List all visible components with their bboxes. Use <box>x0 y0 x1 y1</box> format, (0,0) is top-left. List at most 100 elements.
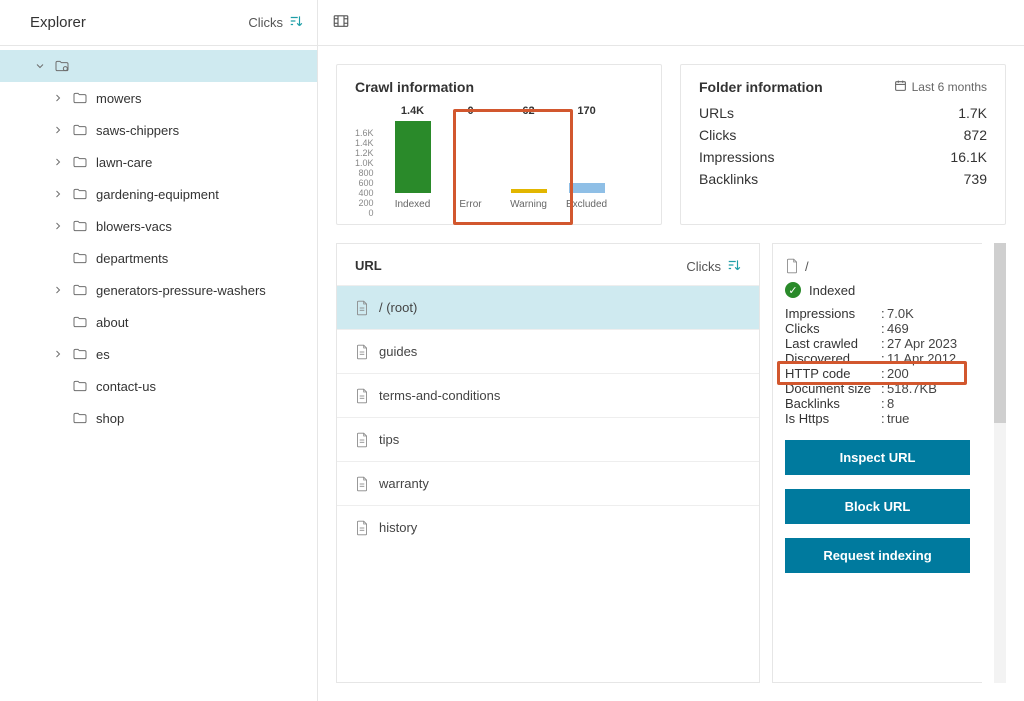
y-axis-tick: 800 <box>355 168 374 178</box>
tree-item-label: mowers <box>96 91 142 106</box>
url-row-label: history <box>379 520 417 535</box>
crawl-bar-label: Excluded <box>566 199 607 210</box>
detail-meta-key: Discovered <box>785 351 881 366</box>
folder-icon <box>72 347 88 361</box>
topbar <box>318 0 1024 46</box>
folder-info-value: 739 <box>964 171 987 187</box>
folder-info-row: Backlinks 739 <box>699 171 987 187</box>
explorer-sort[interactable]: Clicks <box>248 14 303 31</box>
crawl-bar-group[interactable]: 170Excluded <box>562 105 612 210</box>
folder-info-row: Impressions16.1K <box>699 149 987 165</box>
url-list-header: URL Clicks <box>337 244 759 285</box>
tree-item[interactable]: blowers-vacs <box>0 210 317 242</box>
detail-meta-row: HTTP code: 200 <box>785 366 970 381</box>
tree-root[interactable] <box>0 50 317 82</box>
y-axis-tick: 400 <box>355 188 374 198</box>
detail-path-text: / <box>805 259 809 274</box>
detail-status: ✓ Indexed <box>785 282 970 298</box>
request-indexing-button[interactable]: Request indexing <box>785 538 970 573</box>
date-range[interactable]: Last 6 months <box>894 79 987 95</box>
detail-meta-row: Is Https: true <box>785 411 970 426</box>
tree-item[interactable]: lawn-care <box>0 146 317 178</box>
chevron-right-icon <box>52 220 64 232</box>
tree-item[interactable]: departments <box>0 242 317 274</box>
y-axis-tick: 0 <box>355 208 374 218</box>
detail-meta-key: Clicks <box>785 321 881 336</box>
detail-scrollbar[interactable] <box>994 243 1006 683</box>
detail-meta-key: Document size <box>785 381 881 396</box>
folder-icon <box>72 155 88 169</box>
url-row[interactable]: terms-and-conditions <box>337 373 759 417</box>
folder-info-value: 16.1K <box>950 149 987 165</box>
tree-item-label: generators-pressure-washers <box>96 283 266 298</box>
date-range-label: Last 6 months <box>912 80 987 94</box>
y-axis-tick: 600 <box>355 178 374 188</box>
tree-item[interactable]: contact-us <box>0 370 317 402</box>
url-row-label: terms-and-conditions <box>379 388 500 403</box>
url-row[interactable]: tips <box>337 417 759 461</box>
tree-item-label: gardening-equipment <box>96 187 219 202</box>
folder-info-row: Clicks872 <box>699 127 987 143</box>
url-row[interactable]: / (root) <box>337 285 759 329</box>
crawl-bar-box <box>393 121 433 193</box>
detail-meta-value: 27 Apr 2023 <box>887 336 957 351</box>
folder-icon <box>72 283 88 297</box>
tree-item-label: about <box>96 315 129 330</box>
chevron-right-icon <box>52 92 64 104</box>
url-row-label: tips <box>379 432 399 447</box>
tree-item[interactable]: saws-chippers <box>0 114 317 146</box>
film-icon[interactable] <box>332 13 350 32</box>
tree-item[interactable]: mowers <box>0 82 317 114</box>
explorer-sidebar: Explorer Clicks mowers saws-chipperslawn-… <box>0 0 318 701</box>
detail-meta-key: Is Https <box>785 411 881 426</box>
url-list-sort[interactable]: Clicks <box>686 258 741 275</box>
main-content: Crawl information 1.6K1.4K1.2K1.0K800600… <box>318 0 1024 701</box>
explorer-title: Explorer <box>30 14 86 31</box>
scrollbar-thumb[interactable] <box>994 243 1006 423</box>
url-list-header-title: URL <box>355 258 382 275</box>
detail-meta-key: HTTP code <box>785 366 881 381</box>
crawl-bar-box <box>451 121 491 193</box>
crawl-bar-box <box>509 121 549 193</box>
crawl-bar-group[interactable]: 62Warning <box>504 105 554 210</box>
crawl-bar-value: 1.4K <box>401 105 424 117</box>
url-row[interactable]: guides <box>337 329 759 373</box>
block-url-button[interactable]: Block URL <box>785 489 970 524</box>
tree-item-label: shop <box>96 411 124 426</box>
crawl-bar-value: 62 <box>522 105 534 117</box>
url-row-label: / (root) <box>379 300 417 315</box>
folder-info-row: URLs1.7K <box>699 105 987 121</box>
detail-meta-value: 11 Apr 2012 <box>887 351 956 366</box>
crawl-bar-box <box>567 121 607 193</box>
crawl-info-card: Crawl information 1.6K1.4K1.2K1.0K800600… <box>336 64 662 225</box>
file-icon <box>355 300 369 316</box>
crawl-bar <box>511 189 547 193</box>
detail-status-text: Indexed <box>809 283 855 298</box>
y-axis-tick: 1.6K <box>355 128 374 138</box>
detail-path: / <box>785 258 970 274</box>
crawl-bar-group[interactable]: 1.4KIndexed <box>388 105 438 210</box>
folder-icon <box>72 251 88 265</box>
tree-item[interactable]: gardening-equipment <box>0 178 317 210</box>
chevron-right-icon <box>52 284 64 296</box>
url-row-label: guides <box>379 344 417 359</box>
url-list: URL Clicks / (root) guides terms-and-condi… <box>336 243 760 683</box>
crawl-y-axis: 1.6K1.4K1.2K1.0K8006004002000 <box>355 128 374 210</box>
tree-item[interactable]: about <box>0 306 317 338</box>
url-row[interactable]: history <box>337 505 759 549</box>
url-row[interactable]: warranty <box>337 461 759 505</box>
detail-meta-key: Backlinks <box>785 396 881 411</box>
folder-info-key: Backlinks <box>699 171 758 187</box>
detail-meta-value: true <box>887 411 909 426</box>
inspect-url-button[interactable]: Inspect URL <box>785 440 970 475</box>
tree-item[interactable]: shop <box>0 402 317 434</box>
tree-item[interactable]: generators-pressure-washers <box>0 274 317 306</box>
detail-meta-row: Impressions: 7.0K <box>785 306 970 321</box>
crawl-bar-group[interactable]: 0Error <box>446 105 496 210</box>
folder-info-value: 872 <box>964 127 987 143</box>
crawl-chart: 1.6K1.4K1.2K1.0K8006004002000 1.4KIndexe… <box>355 105 643 210</box>
tree-item[interactable]: es <box>0 338 317 370</box>
folder-icon <box>72 91 88 105</box>
folder-info-value: 1.7K <box>958 105 987 121</box>
detail-meta-row: Document size: 518.7KB <box>785 381 970 396</box>
